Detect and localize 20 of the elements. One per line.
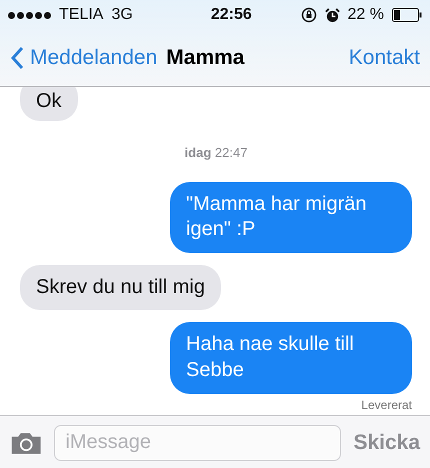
send-button[interactable]: Skicka	[353, 430, 420, 454]
message-bubble: Ok	[20, 87, 78, 121]
battery-icon	[392, 8, 422, 22]
back-button[interactable]: Meddelanden	[10, 46, 158, 70]
rotation-lock-icon	[300, 7, 317, 23]
network-type: 3G	[111, 6, 133, 24]
clock: 22:56	[210, 6, 252, 24]
message-bubble: Skrev du nu till mig	[20, 264, 221, 310]
message-bubble: "Mamma har migrän igen" :P	[170, 182, 412, 253]
back-chevron-icon	[10, 46, 24, 70]
message-field[interactable]: iMessage	[54, 424, 342, 460]
delivery-status: Levererat	[361, 398, 412, 412]
alarm-icon	[324, 8, 340, 22]
battery-percent: 22 %	[348, 6, 384, 24]
contact-button[interactable]: Kontakt	[348, 46, 420, 70]
conversation-title: Mamma	[166, 46, 244, 70]
carrier: TELIA	[59, 6, 104, 24]
signal-icon	[8, 12, 51, 18]
timestamp: idag 22:47	[184, 144, 248, 160]
message-bubble: Haha nae skulle till Sebbe	[170, 322, 412, 394]
